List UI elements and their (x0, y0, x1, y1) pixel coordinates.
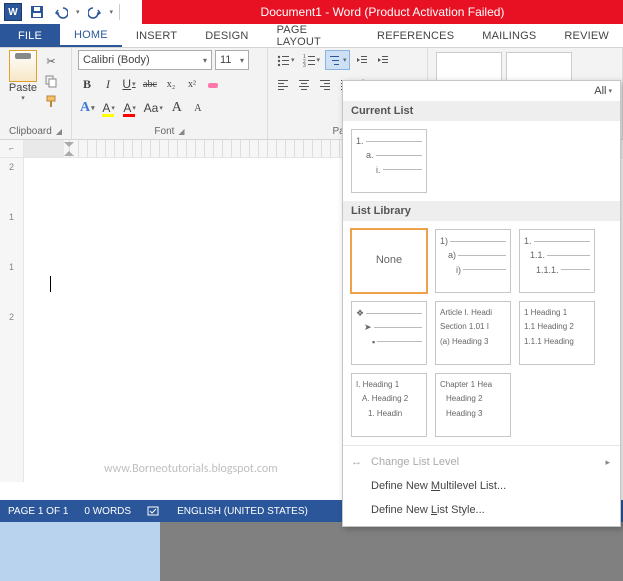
font-color-button[interactable]: A▾ (121, 98, 139, 118)
italic-button[interactable]: I (99, 74, 117, 94)
clipboard-icon (9, 50, 37, 82)
bullets-button[interactable]: ▾ (274, 50, 297, 70)
save-icon[interactable] (28, 3, 46, 21)
status-language[interactable]: ENGLISH (UNITED STATES) (177, 506, 308, 517)
tab-review[interactable]: REVIEW (550, 24, 623, 47)
indent-marker-icon[interactable] (64, 142, 74, 152)
align-right-button[interactable] (316, 74, 334, 94)
increase-indent-button[interactable] (374, 50, 392, 70)
tab-file[interactable]: FILE (0, 24, 60, 47)
tile-chapter[interactable]: Chapter 1 Hea Heading 2 Heading 3 (435, 373, 511, 437)
multilevel-list-dropdown: All ▾ Current List 1. a. i. List Library… (342, 80, 621, 527)
copy-icon[interactable] (42, 72, 60, 90)
tile-heading-num[interactable]: 1 Heading 1 1.1 Heading 2 1.1.1 Heading (519, 301, 595, 365)
tile-current-list[interactable]: 1. a. i. (351, 129, 427, 193)
ruler-corner: ⌐ (0, 140, 24, 157)
grow-font-button[interactable]: A (168, 98, 186, 118)
numbering-button[interactable]: 123▾ (300, 50, 323, 70)
tile-none[interactable]: None (351, 229, 427, 293)
subscript-button[interactable]: x₂ (162, 74, 180, 94)
align-left-button[interactable] (274, 74, 292, 94)
section-current-list: Current List (343, 101, 620, 121)
list-filter-all[interactable]: All ▾ (594, 85, 612, 97)
tab-mailings[interactable]: MAILINGS (468, 24, 550, 47)
format-painter-icon[interactable] (42, 92, 60, 110)
tile-article[interactable]: Article I. Headi Section 1.01 I (a) Head… (435, 301, 511, 365)
paste-label: Paste (9, 82, 37, 94)
ribbon-tabs: FILE HOME INSERT DESIGN PAGE LAYOUT REFE… (0, 24, 623, 48)
superscript-button[interactable]: x² (183, 74, 201, 94)
change-list-level: ↔ Change List Level ▸ (343, 450, 620, 474)
section-list-library: List Library (343, 201, 620, 221)
undo-dropdown-icon[interactable]: ▾ (76, 8, 80, 16)
define-new-multilevel-list[interactable]: Define New Multilevel List... (343, 474, 620, 498)
clipboard-dialog-launcher-icon[interactable]: ◢ (56, 127, 62, 136)
app-icon: W (4, 3, 22, 21)
tile-num-dot[interactable]: 1. 1.1. 1.1.1. (519, 229, 595, 293)
tile-bullets[interactable]: ❖ ➤ ▪ (351, 301, 427, 365)
tab-references[interactable]: REFERENCES (363, 24, 468, 47)
vertical-ruler[interactable]: 2 1 1 2 (0, 158, 24, 482)
status-page[interactable]: PAGE 1 OF 1 (8, 506, 68, 517)
font-group-label: Font (154, 126, 174, 137)
highlight-button[interactable]: A▾ (100, 98, 118, 118)
tab-page-layout[interactable]: PAGE LAYOUT (263, 24, 363, 47)
status-words[interactable]: 0 WORDS (84, 506, 131, 517)
tab-design[interactable]: DESIGN (191, 24, 262, 47)
align-center-button[interactable] (295, 74, 313, 94)
strikethrough-button[interactable]: abc (141, 74, 159, 94)
paste-button[interactable]: Paste ▾ (6, 50, 40, 124)
decrease-indent-button[interactable] (353, 50, 371, 70)
font-size-combo[interactable]: 11▾ (215, 50, 249, 70)
redo-icon[interactable] (86, 3, 104, 21)
font-dialog-launcher-icon[interactable]: ◢ (178, 127, 184, 136)
text-cursor (50, 276, 51, 292)
tab-insert[interactable]: INSERT (122, 24, 191, 47)
window-title: Document1 - Word (Product Activation Fai… (142, 0, 623, 24)
status-proofing-icon[interactable] (147, 504, 161, 518)
change-level-icon: ↔ (351, 456, 362, 468)
bold-button[interactable]: B (78, 74, 96, 94)
submenu-arrow-icon: ▸ (605, 457, 610, 468)
underline-button[interactable]: U▾ (120, 74, 138, 94)
cut-icon[interactable]: ✂ (42, 52, 60, 70)
shrink-font-button[interactable]: A (189, 98, 207, 118)
clear-formatting-icon[interactable] (204, 74, 222, 94)
define-new-list-style[interactable]: Define New List Style... (343, 498, 620, 522)
clipboard-group-label: Clipboard (9, 126, 52, 137)
font-name-combo[interactable]: Calibri (Body)▾ (78, 50, 212, 70)
document-page[interactable] (42, 176, 362, 456)
tile-roman[interactable]: I. Heading 1 A. Heading 2 1. Headin (351, 373, 427, 437)
change-case-button[interactable]: Aa▾ (142, 98, 165, 118)
text-effects-button[interactable]: A▾ (78, 98, 97, 118)
watermark-text: www.Borneotutorials.blogspot.com (104, 462, 278, 476)
svg-text:3: 3 (303, 63, 306, 67)
undo-icon[interactable] (52, 3, 70, 21)
tab-home[interactable]: HOME (60, 24, 122, 47)
multilevel-list-button[interactable]: ▾ (325, 50, 350, 70)
qat-customize-icon[interactable]: ▾ (110, 8, 114, 16)
tile-num-alpha[interactable]: 1) a) i) (435, 229, 511, 293)
